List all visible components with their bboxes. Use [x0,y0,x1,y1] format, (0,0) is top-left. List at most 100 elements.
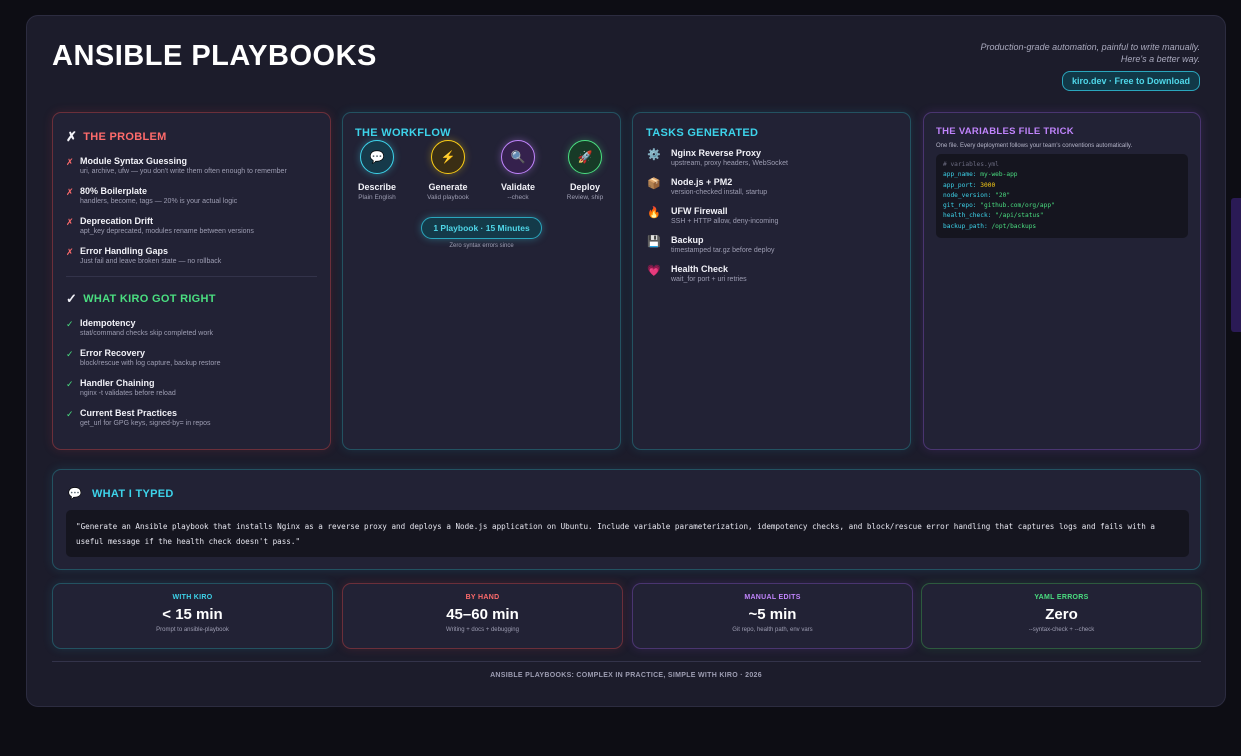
item-sub: uri, archive, ufw — you don't write them… [80,168,287,175]
stat-label: YAML ERRORS [1034,594,1089,601]
step-sub: Plain English [358,194,396,201]
step-title: Generate [428,182,468,192]
right-heading-text: WHAT KIRO GOT RIGHT [83,293,216,305]
item-sub: nginx -t validates before reload [80,390,176,397]
check-icon: ✓ [66,291,78,306]
tagline-line-1: Production-grade automation, painful to … [980,42,1200,52]
workflow-panel: THE WORKFLOW 💬 Describe Plain English ⚡ … [342,112,621,450]
task-sub: wait_for port + uri retries [671,276,747,283]
list-item: ✗ Module Syntax Guessing uri, archive, uf… [66,156,317,177]
divider [66,276,317,277]
code-value: "github.com/org/app" [980,202,1055,210]
download-badge[interactable]: kiro.dev · Free to Download [1061,71,1200,91]
code-value: 3000 [980,181,996,189]
item-sub: stat/command checks skip completed work [80,330,214,337]
stat-value: < 15 min [162,606,223,623]
stat-with-kiro: WITH KIRO < 15 min Prompt to ansible-pla… [52,583,333,649]
code-key: app_name: [943,171,977,179]
code-key: health_check: [943,212,992,220]
check-mark-icon: ✓ [66,409,74,419]
stat-by-hand: BY HAND 45–60 min Writing + docs + debug… [342,583,623,649]
check-mark-icon: ✓ [66,319,74,329]
item-title: Deprecation Drift [80,216,154,226]
code-line: app_name: my-web-app [943,170,1181,180]
item-title: Module Syntax Guessing [80,156,188,166]
step-validate: 🔍 Validate --check [488,140,548,201]
variables-description: One file. Every deployment follows your … [936,143,1133,149]
typed-heading: 💬 WHAT I TYPED [68,487,174,501]
code-line: git_repo: "github.com/org/app" [943,201,1181,211]
task-item: 📦 Node.js + PM2 version-checked install, … [646,177,897,198]
footer-text: ANSIBLE PLAYBOOKS: COMPLEX IN PRACTICE, … [490,672,762,679]
code-value: my-web-app [980,171,1018,179]
stat-label: BY HAND [465,594,500,601]
list-item: ✗ Deprecation Drift apt_key deprecated, m… [66,216,317,237]
problem-heading-text: THE PROBLEM [83,131,167,143]
workflow-note: Zero syntax errors since [449,243,514,249]
stat-label: MANUAL EDITS [744,594,801,601]
rocket-icon: 🚀 [568,140,602,174]
result-pill: 1 Playbook · 15 Minutes [421,217,542,239]
scrollbar-thumb[interactable] [1231,198,1241,332]
task-sub: SSH + HTTP allow, deny-incoming [671,218,779,225]
problem-heading: ✗ THE PROBLEM [66,129,317,145]
item-title: Current Best Practices [80,408,178,418]
task-title: Backup [671,235,704,245]
item-title: Error Handling Gaps [80,246,169,256]
floppy-disk-icon: 💾 [647,236,661,248]
step-title: Deploy [569,182,600,192]
step-generate: ⚡ Generate Valid playbook [418,140,478,201]
list-item: ✗ Error Handling Gaps Just fail and leave… [66,246,317,267]
stat-sub: Writing + docs + debugging [446,627,519,633]
stat-value: 45–60 min [446,606,519,623]
item-title: 80% Boilerplate [80,186,148,196]
list-item: ✓ Current Best Practices get_url for GPG … [66,408,317,429]
step-deploy: 🚀 Deploy Review, ship [555,140,615,201]
cross-icon: ✗ [66,129,78,144]
right-heading: ✓ WHAT KIRO GOT RIGHT [66,291,317,307]
chat-bubble-icon: 💬 [360,140,394,174]
code-key: git_repo: [943,202,977,210]
code-line: health_check: "/api/status" [943,211,1181,221]
typed-heading-text: WHAT I TYPED [92,487,174,500]
cross-mark-icon: ✗ [66,157,74,167]
problem-panel: ✗ THE PROBLEM ✗ Module Syntax Guessing ur… [52,112,331,450]
code-key: backup_path: [943,222,988,230]
infographic-card: ANSIBLE PLAYBOOKS Production-grade autom… [26,15,1226,707]
stat-sub: Prompt to ansible-playbook [156,627,229,633]
prompt-text: "Generate an Ansible playbook that insta… [66,510,1189,557]
task-item: 🔥 UFW Firewall SSH + HTTP allow, deny-inc… [646,206,897,227]
code-value: /opt/backups [991,222,1037,230]
list-item: ✓ Idempotency stat/command checks skip co… [66,318,317,339]
workflow-heading: THE WORKFLOW [355,127,451,139]
stat-sub: Git repo, health path, env vars [732,627,813,633]
heart-icon: 💗 [647,265,661,277]
list-item: ✗ 80% Boilerplate handlers, become, tags … [66,186,317,207]
variables-panel: THE VARIABLES FILE TRICK One file. Every… [923,112,1201,450]
step-sub: Valid playbook [427,194,469,201]
task-item: ⚙️ Nginx Reverse Proxy upstream, proxy he… [646,148,897,169]
stat-manual-edits: MANUAL EDITS ~5 min Git repo, health pat… [632,583,913,649]
tagline: Production-grade automation, painful to … [981,41,1200,65]
package-icon: 📦 [647,178,661,190]
item-sub: Just fail and leave broken state — no ro… [80,258,222,265]
code-line: app_port: 3000 [943,181,1181,191]
fire-icon: 🔥 [647,207,661,219]
item-title: Error Recovery [80,348,146,358]
tasks-heading: TASKS GENERATED [646,127,759,139]
task-item: 💾 Backup timestamped tar.gz before deploy [646,235,897,256]
variables-code-block: # variables.yml app_name: my-web-app app… [936,154,1188,239]
lightning-icon: ⚡ [431,140,465,174]
step-sub: Review, ship [566,194,604,201]
cross-mark-icon: ✗ [66,247,74,257]
chat-bubble-icon: 💬 [68,488,82,500]
item-title: Handler Chaining [80,378,155,388]
stat-label: WITH KIRO [172,594,213,601]
item-title: Idempotency [80,318,136,328]
variables-heading: THE VARIABLES FILE TRICK [936,126,1074,137]
check-mark-icon: ✓ [66,379,74,389]
item-sub: handlers, become, tags — 20% is your act… [80,198,238,205]
item-sub: apt_key deprecated, modules rename betwe… [80,228,254,235]
step-describe: 💬 Describe Plain English [347,140,407,201]
code-key: node_version: [943,191,992,199]
